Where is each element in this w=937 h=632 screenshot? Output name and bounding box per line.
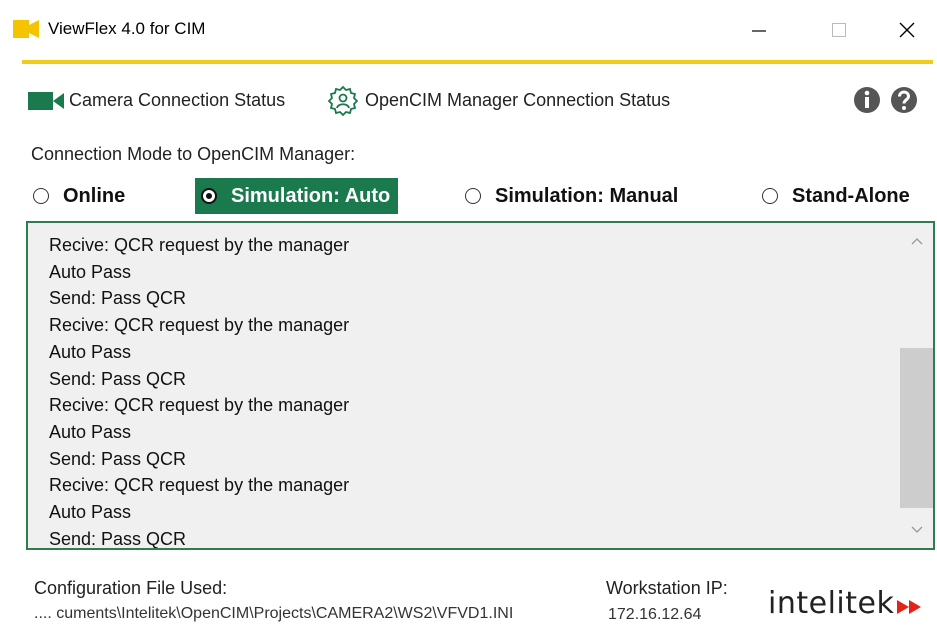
log-line: Send: Pass QCR	[49, 368, 187, 389]
info-icon[interactable]	[853, 86, 881, 119]
maximize-button[interactable]	[816, 0, 862, 60]
title-accent-line	[22, 60, 933, 64]
close-button[interactable]	[884, 0, 930, 60]
close-icon	[899, 22, 915, 38]
footer: Configuration File Used: .... cuments\In…	[0, 570, 937, 632]
radio-circle-icon	[33, 188, 49, 204]
scroll-down-button[interactable]	[900, 516, 933, 544]
logo-arrows-icon	[897, 599, 922, 614]
help-icon[interactable]	[890, 86, 918, 119]
radio-simulation-auto[interactable]: Simulation: Auto	[195, 178, 399, 214]
radio-online-label: Online	[63, 184, 126, 207]
log-line: Auto Pass	[49, 502, 132, 523]
intelitek-logo: intelitek	[768, 586, 931, 621]
log-line: Send: Pass QCR	[49, 528, 187, 549]
connection-mode-label: Connection Mode to OpenCIM Manager:	[31, 144, 356, 164]
radio-simulation-auto-label: Simulation: Auto	[231, 184, 391, 207]
log-line: Send: Pass QCR	[49, 288, 187, 309]
chevron-up-icon	[911, 238, 922, 245]
radio-stand-alone[interactable]: Stand-Alone	[762, 178, 910, 214]
scrollbar-thumb[interactable]	[900, 348, 933, 508]
chevron-down-icon	[911, 526, 922, 533]
radio-simulation-manual-label: Simulation: Manual	[495, 184, 679, 207]
log-line: Auto Pass	[49, 341, 132, 362]
radio-circle-icon	[762, 188, 778, 204]
connection-mode-radio-group: Online Simulation: Auto Simulation: Manu…	[0, 178, 937, 214]
radio-circle-icon	[465, 188, 481, 204]
vertical-scrollbar[interactable]	[900, 223, 933, 548]
radio-stand-alone-label: Stand-Alone	[792, 184, 910, 207]
log-line: Recive: QCR request by the manager	[49, 475, 350, 496]
log-lines: Recive: QCR request by the manager Auto …	[49, 232, 893, 549]
workstation-ip-label: Workstation IP:	[606, 578, 728, 598]
log-line: Auto Pass	[49, 421, 132, 442]
window-title: ViewFlex 4.0 for CIM	[48, 19, 206, 38]
connection-status-row: Camera Connection Status OpenCIM Manager…	[0, 82, 937, 118]
gear-user-icon	[326, 84, 360, 123]
log-line: Recive: QCR request by the manager	[49, 315, 350, 336]
video-camera-icon	[28, 90, 66, 117]
message-log[interactable]: Recive: QCR request by the manager Auto …	[26, 221, 935, 550]
manager-status-label[interactable]: OpenCIM Manager Connection Status	[365, 90, 670, 111]
radio-simulation-manual[interactable]: Simulation: Manual	[465, 178, 678, 214]
scroll-up-button[interactable]	[900, 227, 933, 255]
workstation-ip-value: 172.16.12.64	[608, 606, 702, 623]
radio-online[interactable]: Online	[33, 178, 125, 214]
log-line: Send: Pass QCR	[49, 448, 187, 469]
log-line: Auto Pass	[49, 261, 132, 282]
title-bar: ViewFlex 4.0 for CIM	[0, 0, 937, 60]
log-line: Recive: QCR request by the manager	[49, 235, 350, 255]
config-file-label: Configuration File Used:	[34, 578, 228, 598]
log-line: Recive: QCR request by the manager	[49, 395, 350, 416]
config-file-path: .... cuments\Intelitek\OpenCIM\Projects\…	[34, 605, 514, 622]
radio-selected-icon	[201, 188, 217, 204]
logo-text: intelitek	[768, 586, 895, 621]
app-icon	[13, 18, 39, 40]
camera-status-label[interactable]: Camera Connection Status	[69, 90, 285, 111]
minimize-button[interactable]	[736, 0, 782, 60]
